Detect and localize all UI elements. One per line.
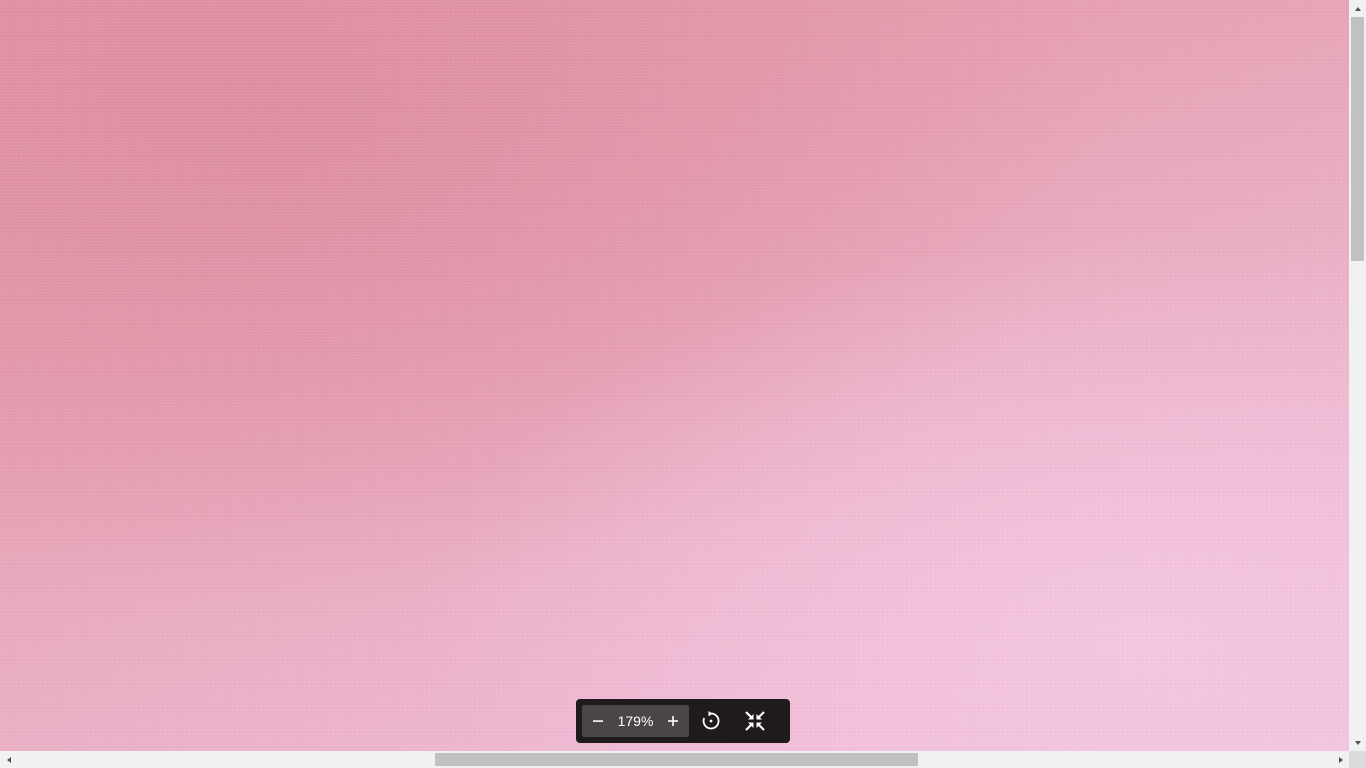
- horizontal-scrollbar[interactable]: [0, 751, 1349, 768]
- horizontal-scroll-thumb[interactable]: [435, 753, 918, 766]
- scroll-down-button[interactable]: [1349, 734, 1366, 751]
- triangle-right-icon: [1338, 756, 1343, 763]
- scrollbar-corner: [1349, 751, 1366, 768]
- rotate-icon: [702, 711, 720, 730]
- scroll-right-button[interactable]: [1332, 751, 1349, 768]
- triangle-up-icon: [1354, 6, 1361, 11]
- image-viewport[interactable]: 179%: [0, 0, 1349, 751]
- scroll-up-button[interactable]: [1349, 0, 1366, 17]
- zoom-level: 179%: [617, 713, 654, 729]
- zoom-controls: 179%: [582, 705, 689, 737]
- exit-fullscreen-icon: [745, 711, 765, 731]
- plus-icon: [668, 716, 678, 726]
- rotate-button[interactable]: [689, 699, 733, 743]
- vertical-scrollbar[interactable]: [1349, 0, 1366, 751]
- triangle-left-icon: [6, 756, 11, 763]
- vertical-scroll-thumb[interactable]: [1351, 17, 1364, 261]
- triangle-down-icon: [1354, 740, 1361, 745]
- displayed-image: [0, 0, 1349, 751]
- zoom-out-button[interactable]: [582, 705, 614, 737]
- fit-to-page-button[interactable]: [733, 699, 777, 743]
- scroll-left-button[interactable]: [0, 751, 17, 768]
- minus-icon: [593, 720, 603, 722]
- zoom-toolbar: 179%: [576, 699, 790, 743]
- image-texture: [0, 0, 1349, 751]
- zoom-in-button[interactable]: [657, 705, 689, 737]
